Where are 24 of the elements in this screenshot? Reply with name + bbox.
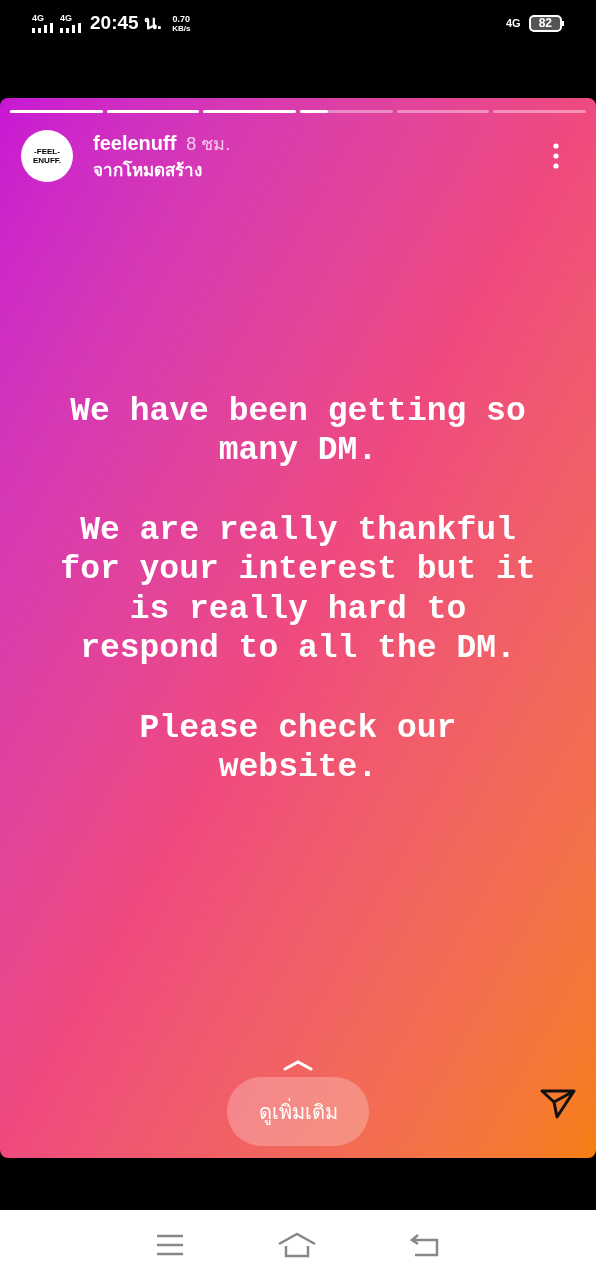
more-options-icon[interactable]: [553, 142, 559, 169]
clock: 20:45 น.: [90, 10, 163, 35]
speed-value: 0.70: [172, 13, 191, 24]
home-icon[interactable]: [277, 1232, 317, 1258]
logo-text: ENUFF.: [33, 155, 61, 165]
network-label: 4G: [505, 15, 521, 31]
network-label: 4G: [60, 13, 72, 23]
post-time: 8 ชม.: [186, 133, 231, 156]
send-icon[interactable]: [540, 1088, 576, 1120]
chevron-up-icon: [283, 1059, 313, 1071]
signal-icon: [60, 22, 82, 33]
story-text: Please check our website.: [138, 708, 458, 788]
battery-icon: 82: [528, 14, 562, 32]
see-more-button[interactable]: ดูเพิ่มเติม: [227, 1077, 369, 1146]
menu-icon[interactable]: [156, 1234, 185, 1256]
logo-text: -FEEL-: [34, 146, 60, 156]
speed-unit: KB/s: [172, 23, 191, 33]
back-icon[interactable]: [409, 1233, 440, 1257]
story-text: We are really thankful for your interest but it is really hard to respond to all the DM.: [59, 510, 537, 669]
story-text: We have been getting so many DM.: [69, 391, 527, 471]
username[interactable]: feelenuff: [93, 128, 177, 158]
network-label: 4G: [32, 13, 44, 23]
signal-icon: [32, 22, 54, 33]
subtitle: จากโหมดสร้าง: [93, 159, 203, 182]
